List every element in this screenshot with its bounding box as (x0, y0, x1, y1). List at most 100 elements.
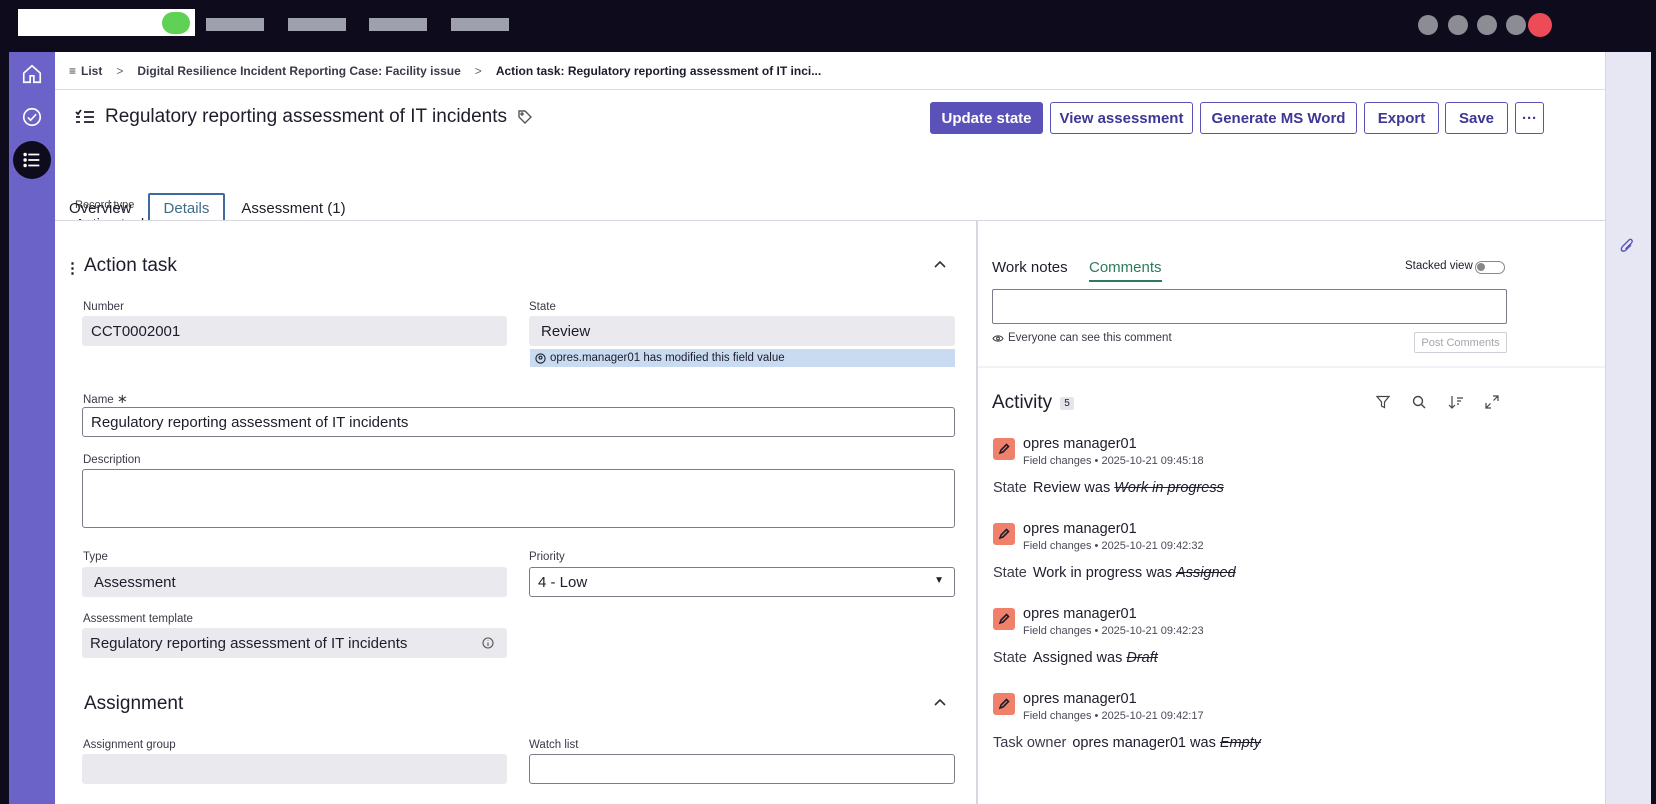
activity-new-value: opres manager01 was (1072, 735, 1216, 751)
type-label: Type (83, 551, 108, 563)
generate-ms-word-button[interactable]: Generate MS Word (1200, 102, 1357, 134)
window-control-3[interactable] (1477, 15, 1497, 35)
description-label: Description (83, 454, 141, 466)
priority-select[interactable]: 4 - Low ▼ (529, 567, 955, 597)
assessment-template-value: Regulatory reporting assessment of IT in… (90, 634, 408, 652)
post-comments-button[interactable]: Post Comments (1414, 332, 1507, 353)
window-control-2[interactable] (1448, 15, 1468, 35)
top-nav-item-2[interactable] (288, 18, 346, 31)
right-utility-rail (1605, 52, 1651, 804)
tab-comments[interactable]: Comments (1089, 259, 1162, 282)
activity-old-value: Draft (1126, 650, 1158, 666)
activity-field-name: State (993, 650, 1027, 666)
export-button[interactable]: Export (1364, 102, 1439, 134)
activity-field-name: State (993, 565, 1027, 581)
list-icon (23, 152, 40, 168)
section-title-action-task: Action task (84, 255, 177, 276)
activity-user: opres manager01 (1023, 606, 1137, 622)
tab-work-notes[interactable]: Work notes (992, 259, 1068, 276)
home-button[interactable] (14, 56, 50, 92)
stacked-view-toggle[interactable] (1475, 261, 1505, 274)
activity-change: State Work in progress was Assigned (993, 565, 1236, 581)
filter-icon[interactable] (1376, 395, 1390, 409)
activity-panel: Activity 5 opres manager01 Field changes … (978, 368, 1606, 804)
chevron-down-icon: ▼ (934, 575, 944, 586)
activity-field-name: Task owner (993, 735, 1067, 751)
user-circle-icon (535, 352, 546, 364)
activity-change: State Review was Work in progress (993, 480, 1224, 496)
details-form: ⋮ Action task Number CCT0002001 State Re… (55, 221, 977, 804)
activity-meta: Field changes • 2025-10-21 09:42:17 (1023, 710, 1204, 722)
priority-label: Priority (529, 551, 565, 563)
activity-change: Task owner opres manager01 was Empty (993, 735, 1261, 751)
expand-icon[interactable] (1485, 395, 1499, 409)
comment-hint-text: Everyone can see this comment (1008, 332, 1172, 344)
number-field: CCT0002001 (82, 316, 507, 346)
collapse-icon[interactable] (933, 697, 947, 707)
tag-icon[interactable] (517, 109, 533, 125)
main-content: ≡ List > Digital Resilience Incident Rep… (55, 52, 1651, 804)
window-control-4[interactable] (1506, 15, 1526, 35)
breadcrumb-case[interactable]: Digital Resilience Incident Reporting Ca… (137, 64, 460, 78)
update-state-button[interactable]: Update state (930, 102, 1043, 134)
number-label: Number (83, 301, 124, 313)
eye-icon (992, 334, 1004, 342)
window-control-1[interactable] (1418, 15, 1438, 35)
paperclip-icon[interactable] (1620, 238, 1634, 254)
tab-details[interactable]: Details (147, 192, 226, 224)
top-nav-item-3[interactable] (369, 18, 427, 31)
activity-header: Activity 5 (992, 392, 1074, 414)
breadcrumb-separator: > (116, 63, 124, 78)
breadcrumb-separator: > (474, 63, 482, 78)
collapse-icon[interactable] (933, 259, 947, 269)
activity-old-value: Work in progress (1114, 480, 1224, 496)
activity-new-value: Assigned was (1032, 650, 1123, 666)
search-icon[interactable] (1412, 395, 1426, 409)
view-assessment-button[interactable]: View assessment (1050, 102, 1193, 134)
activity-new-value: Work in progress was (1032, 565, 1172, 581)
check-circle-icon (22, 107, 42, 127)
assignment-group-label: Assignment group (83, 739, 176, 751)
sort-icon[interactable] (1448, 395, 1464, 409)
top-nav-item-4[interactable] (451, 18, 509, 31)
field-modified-notice: opres.manager01 has modified this field … (530, 349, 955, 367)
activity-change: State Assigned was Draft (993, 650, 1158, 666)
list-nav-button[interactable] (13, 141, 51, 179)
info-icon[interactable] (482, 637, 494, 649)
required-marker: ∗ (116, 391, 128, 406)
tab-assessment[interactable]: Assessment (1) (227, 195, 359, 222)
stacked-view-label: Stacked view (1405, 260, 1473, 272)
tasks-button[interactable] (14, 99, 50, 135)
more-actions-button[interactable]: ··· (1515, 102, 1544, 134)
home-icon (22, 64, 42, 84)
top-nav-item-1[interactable] (206, 18, 264, 31)
left-nav-rail (9, 52, 55, 804)
activity-pane: Work notes Comments Stacked view Everyon… (977, 221, 1606, 804)
comment-textarea[interactable] (992, 289, 1507, 324)
priority-value: 4 - Low (538, 573, 588, 591)
save-button[interactable]: Save (1445, 102, 1508, 134)
activity-new-value: Review was (1032, 480, 1111, 496)
description-textarea[interactable] (82, 469, 955, 528)
toggle-knob (1477, 263, 1485, 271)
pencil-icon (993, 523, 1015, 545)
activity-meta: Field changes • 2025-10-21 09:42:23 (1023, 625, 1204, 637)
activity-title: Activity (992, 392, 1053, 413)
pencil-icon (993, 693, 1015, 715)
assignment-group-field[interactable] (82, 754, 507, 784)
name-input[interactable]: Regulatory reporting assessment of IT in… (82, 407, 955, 437)
breadcrumb: ≡ List > Digital Resilience Incident Rep… (55, 52, 1605, 90)
activity-user: opres manager01 (1023, 521, 1137, 537)
list-lines-icon: ≡ (69, 63, 77, 78)
breadcrumb-list[interactable]: List (81, 64, 102, 78)
status-indicator (162, 12, 190, 34)
kebab-icon[interactable]: ⋮ (65, 259, 80, 277)
close-window-button[interactable] (1528, 13, 1552, 37)
pencil-icon (993, 608, 1015, 630)
comments-panel: Work notes Comments Stacked view Everyon… (978, 221, 1606, 366)
pencil-icon (993, 438, 1015, 460)
watch-list-field[interactable] (529, 754, 955, 784)
name-label: Name ∗ (83, 391, 128, 406)
tab-overview[interactable]: Overview (55, 195, 146, 222)
breadcrumb-current: Action task: Regulatory reporting assess… (495, 63, 822, 78)
